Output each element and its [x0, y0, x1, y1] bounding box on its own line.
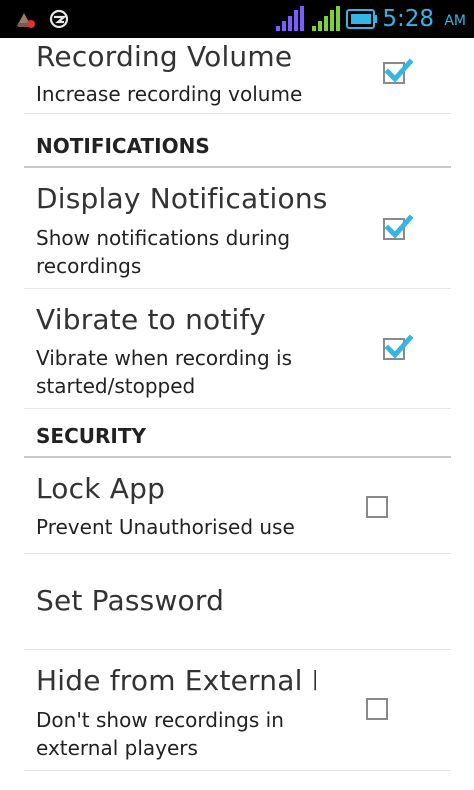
app-notification-icon — [17, 9, 69, 29]
status-bar: 5:28 AM — [0, 0, 474, 38]
category-security: SECURITY — [24, 418, 451, 458]
recording-volume-checkbox[interactable] — [383, 58, 413, 84]
pref-summary: Increase recording volume — [36, 82, 303, 106]
checkmark-icon — [384, 334, 413, 359]
category-notifications: NOTIFICATIONS — [24, 128, 451, 168]
pref-lock-app[interactable]: Lock App Prevent Unauthorised use — [24, 458, 451, 554]
vibrate-checkbox[interactable] — [383, 334, 413, 360]
checkmark-icon — [384, 58, 413, 83]
pref-recording-volume[interactable]: Recording Volume Increase recording volu… — [24, 38, 451, 114]
signal-icons — [276, 6, 340, 31]
pref-title: Recording Volume — [36, 40, 293, 73]
hide-external-checkbox[interactable] — [366, 698, 388, 720]
pref-title: Display Notifications — [36, 182, 328, 215]
category-label: NOTIFICATIONS — [36, 134, 210, 158]
battery-icon — [346, 9, 377, 29]
pref-title: Lock App — [36, 472, 166, 505]
pref-vibrate-to-notify[interactable]: Vibrate to notify Vibrate when recording… — [24, 289, 451, 409]
pref-summary: Prevent Unauthorised use — [36, 515, 295, 539]
pref-summary: Don't show recordings in external player… — [36, 708, 284, 760]
sync-icon — [49, 9, 69, 29]
pref-summary: Vibrate when recording is started/stoppe… — [36, 346, 292, 398]
lock-app-checkbox[interactable] — [366, 496, 388, 518]
clock-ampm: AM — [444, 13, 466, 29]
display-notifications-checkbox[interactable] — [383, 214, 413, 240]
category-label: SECURITY — [36, 424, 146, 448]
signal-sim1-icon — [276, 6, 304, 31]
clock-time: 5:28 — [382, 6, 434, 32]
status-left-icons — [14, 7, 74, 31]
checkmark-icon — [384, 214, 413, 239]
pref-summary: Show notifications during recordings — [36, 226, 291, 278]
pref-title: Vibrate to notify — [36, 303, 266, 336]
pref-hide-external[interactable]: Hide from External P Don't show recordin… — [24, 650, 451, 771]
pref-title: Set Password — [36, 584, 225, 617]
signal-sim2-icon — [312, 6, 340, 31]
pref-display-notifications[interactable]: Display Notifications Show notifications… — [24, 168, 451, 289]
pref-title: Hide from External P — [36, 664, 316, 697]
pref-set-password[interactable]: Set Password — [24, 554, 451, 650]
